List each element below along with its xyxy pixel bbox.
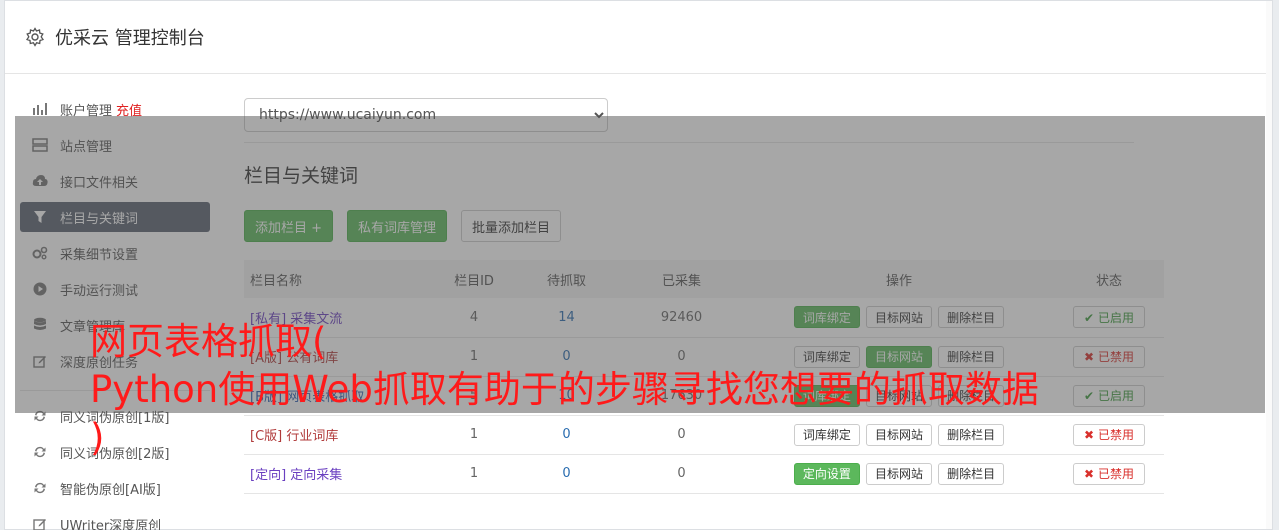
bar-chart-icon — [32, 101, 48, 117]
target-site-button[interactable]: 目标网站 — [865, 462, 932, 485]
refresh-icon — [32, 480, 48, 496]
delete-column-button[interactable]: 删除栏目 — [938, 462, 1005, 485]
sidebar-item-uwriter[interactable]: UWriter深度原创 — [20, 509, 210, 530]
sidebar-item-label: 智能伪原创[AI版] — [60, 482, 161, 498]
sidebar-item-label: UWriter深度原创 — [60, 518, 162, 530]
sidebar-item-ai-original[interactable]: 智能伪原创[AI版] — [20, 473, 210, 503]
overlay-line-1: 网页表格抓取( — [90, 320, 327, 363]
close-icon: ✖ — [1084, 467, 1095, 481]
header: 优采云 管理控制台 — [5, 1, 1272, 74]
status-label: 已禁用 — [1097, 467, 1134, 481]
column-name: 定向采集 — [290, 468, 343, 483]
overlay-line-2: Python使用Web抓取有助于的步骤寻找您想要的抓取数据 — [90, 368, 1039, 411]
page-title: 优采云 管理控制台 — [55, 28, 205, 49]
status-toggle[interactable]: ✖ 已禁用 — [1073, 462, 1145, 485]
column-prefix: [定向] — [250, 468, 287, 483]
overlay-caption: 网页表格抓取( Python使用Web抓取有助于的步骤寻找您想要的抓取数据 ) — [90, 318, 1240, 462]
overlay-line-3: ) — [90, 416, 105, 459]
refresh-icon — [32, 444, 48, 460]
scrollbar[interactable] — [1266, 1, 1272, 529]
directed-settings-button[interactable]: 定向设置 — [793, 462, 860, 485]
gear-icon — [25, 27, 45, 47]
edit-icon — [32, 516, 48, 530]
